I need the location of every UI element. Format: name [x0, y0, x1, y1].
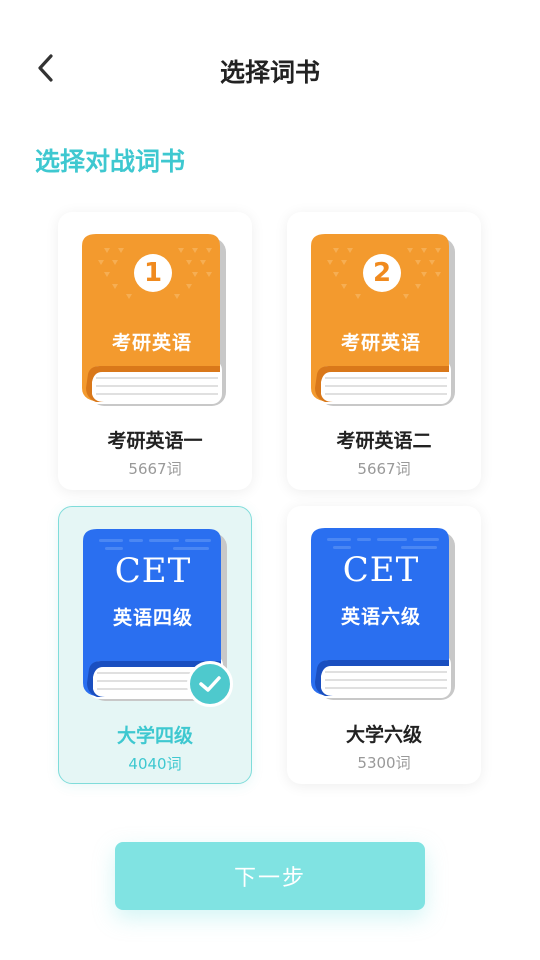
- book-card-cet4[interactable]: CET 英语四级 大学四级 4040词: [58, 506, 252, 784]
- word-count: 5667词: [128, 460, 182, 478]
- book-name: 考研英语二: [336, 430, 432, 452]
- word-count: 5667词: [357, 460, 411, 478]
- book-name: 大学六级: [345, 724, 422, 746]
- book-cover-label: 英语四级: [112, 607, 193, 629]
- book-card-kaoyan-1[interactable]: 1 考研英语 考研英语一 5667词: [58, 212, 252, 490]
- book-cover: 2 考研英语: [311, 232, 457, 408]
- book-cover-title: CET: [342, 550, 420, 590]
- header: 选择词书: [0, 40, 540, 96]
- book-cover-label: 考研英语: [340, 332, 421, 354]
- selected-check-icon: [187, 661, 233, 707]
- page-title: 选择词书: [219, 58, 320, 87]
- book-name: 考研英语一: [107, 430, 203, 452]
- book-name: 大学四级: [116, 725, 193, 747]
- word-count: 4040词: [128, 755, 182, 773]
- book-cover-label: 英语六级: [340, 606, 421, 628]
- word-count: 5300词: [357, 754, 411, 772]
- volume-badge: 2: [363, 254, 401, 292]
- book-cover-label: 考研英语: [111, 332, 192, 354]
- book-cover: CET 英语六级: [311, 526, 457, 702]
- section-title: 选择对战词书: [35, 147, 186, 176]
- book-cover: 1 考研英语: [82, 232, 228, 408]
- book-card-cet6[interactable]: CET 英语六级 大学六级 5300词: [287, 506, 481, 784]
- book-cover-title: CET: [114, 551, 192, 591]
- volume-badge: 1: [134, 254, 172, 292]
- next-step-button[interactable]: 下一步: [115, 842, 425, 910]
- book-card-kaoyan-2[interactable]: 2 考研英语 考研英语二 5667词: [287, 212, 481, 490]
